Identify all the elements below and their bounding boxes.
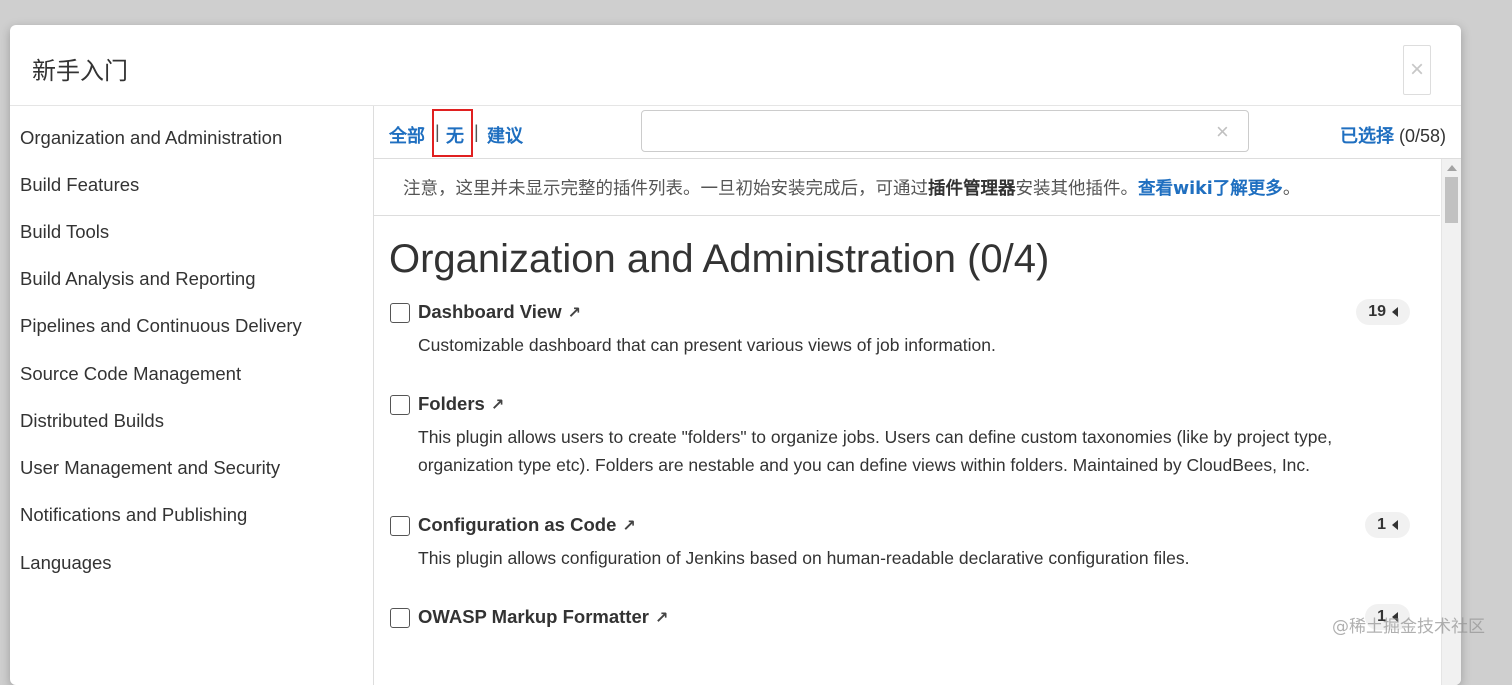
selected-count-value: (0/58): [1398, 126, 1446, 146]
sidebar-item-organization-administration[interactable]: Organization and Administration: [20, 127, 282, 149]
dialog-title: 新手入门: [32, 57, 128, 85]
dependency-count: 19: [1368, 303, 1386, 320]
category-title: Organization and Administration (0/4): [389, 237, 1050, 281]
external-link-icon[interactable]: ↗: [622, 516, 635, 536]
selected-link[interactable]: 已选择: [1340, 126, 1394, 147]
external-link-icon[interactable]: ↗: [655, 608, 668, 628]
dialog-header: 新手入门 ×: [10, 25, 1461, 106]
plugin-name: OWASP Markup Formatter ↗: [418, 606, 668, 628]
caret-left-icon: [1392, 519, 1398, 530]
category-sidebar: Organization and Administration Build Fe…: [10, 106, 374, 685]
dependency-badge[interactable]: 1: [1365, 512, 1410, 538]
close-icon: ×: [1409, 56, 1424, 83]
notice-text-2: 安装其他插件。: [1015, 179, 1139, 199]
plugin-list-scrollbar[interactable]: [1441, 159, 1461, 685]
plugin-manager-text: 插件管理器: [928, 179, 1016, 199]
filter-bar: 全部 | 无 | 建议 × 已选择 (0/58): [374, 106, 1461, 159]
plugin-search-input[interactable]: [641, 110, 1249, 152]
notice-banner: 注意，这里并未显示完整的插件列表。一旦初始安装完成后，可通过插件管理器安装其他插…: [374, 159, 1440, 216]
clear-search-icon[interactable]: ×: [1216, 119, 1229, 145]
dependency-badge[interactable]: 19: [1356, 299, 1410, 325]
dependency-count: 1: [1377, 516, 1386, 533]
plugin-name-text: OWASP Markup Formatter: [418, 606, 649, 627]
sidebar-item-build-tools[interactable]: Build Tools: [20, 221, 109, 243]
sidebar-item-notifications-publishing[interactable]: Notifications and Publishing: [20, 504, 247, 526]
sidebar-item-pipelines-continuous-delivery[interactable]: Pipelines and Continuous Delivery: [20, 315, 302, 337]
plugin-description: This plugin allows configuration of Jenk…: [418, 548, 1190, 568]
scroll-up-arrow-icon[interactable]: [1447, 165, 1457, 171]
plugin-name-text: Dashboard View: [418, 301, 562, 322]
plugin-name: Configuration as Code ↗: [418, 514, 636, 536]
plugin-content: 全部 | 无 | 建议 × 已选择 (0/58) 注意，这里并未显示完整的插件列…: [374, 106, 1461, 685]
plugin-checkbox[interactable]: [390, 608, 410, 628]
selected-count: 已选择 (0/58): [1340, 122, 1446, 148]
setup-wizard-dialog: 新手入门 × Organization and Administration B…: [10, 25, 1461, 685]
external-link-icon[interactable]: ↗: [491, 395, 504, 415]
plugin-name-text: Configuration as Code: [418, 514, 617, 535]
plugin-name: Dashboard View ↗: [418, 301, 581, 323]
sidebar-item-build-analysis-reporting[interactable]: Build Analysis and Reporting: [20, 268, 256, 290]
notice-text: 注意，这里并未显示完整的插件列表。一旦初始安装完成后，可通过: [403, 179, 928, 199]
plugin-description: Customizable dashboard that can present …: [418, 335, 996, 355]
sidebar-item-user-management-security[interactable]: User Management and Security: [20, 457, 280, 479]
caret-left-icon: [1392, 306, 1398, 317]
filter-suggested-link[interactable]: 建议: [487, 122, 523, 148]
watermark-text: @稀土掘金技术社区: [1332, 617, 1485, 637]
plugin-checkbox[interactable]: [390, 395, 410, 415]
plugin-list: Organization and Administration (0/4) Da…: [374, 217, 1440, 685]
filter-separator: |: [474, 122, 479, 142]
plugin-checkbox[interactable]: [390, 303, 410, 323]
plugin-name: Folders ↗: [418, 393, 504, 415]
plugin-name-text: Folders: [418, 393, 485, 414]
scrollbar-thumb[interactable]: [1445, 177, 1458, 223]
filter-all-link[interactable]: 全部: [389, 122, 425, 148]
sidebar-item-languages[interactable]: Languages: [20, 552, 112, 574]
sidebar-item-source-code-management[interactable]: Source Code Management: [20, 363, 241, 385]
filter-none-link[interactable]: 无: [446, 122, 464, 148]
sidebar-item-distributed-builds[interactable]: Distributed Builds: [20, 410, 164, 432]
plugin-description: This plugin allows users to create "fold…: [418, 427, 1333, 475]
notice-end: 。: [1282, 179, 1301, 199]
close-button[interactable]: ×: [1403, 45, 1431, 95]
wiki-link[interactable]: 查看wiki了解更多: [1138, 179, 1283, 199]
sidebar-item-build-features[interactable]: Build Features: [20, 174, 139, 196]
external-link-icon[interactable]: ↗: [568, 303, 581, 323]
plugin-checkbox[interactable]: [390, 516, 410, 536]
